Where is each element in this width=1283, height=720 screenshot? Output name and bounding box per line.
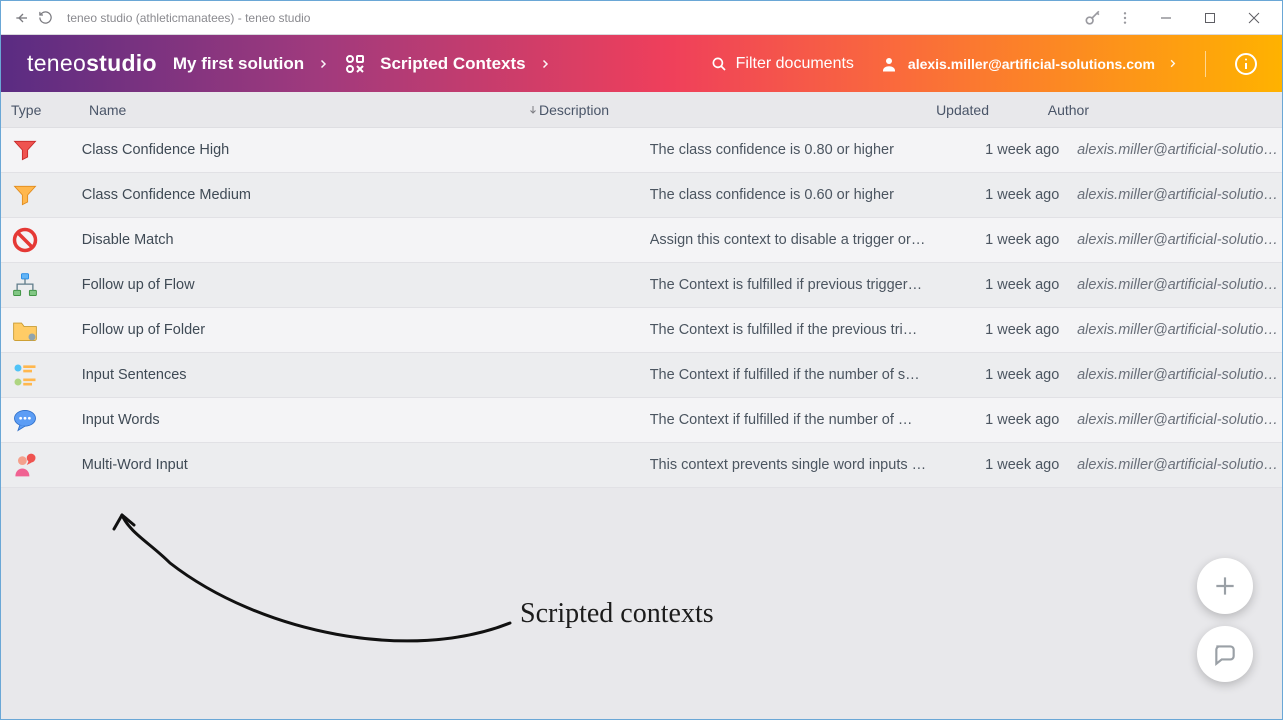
row-type-icon <box>11 406 82 434</box>
row-author: alexis.miller@artificial-solutions.com <box>1063 367 1282 383</box>
info-button[interactable] <box>1232 50 1260 78</box>
row-type-icon <box>11 136 82 164</box>
row-author: alexis.miller@artificial-solutions.com <box>1063 232 1282 248</box>
add-fab[interactable] <box>1197 558 1253 614</box>
title-bar: teneo studio (athleticmanatees) - teneo … <box>1 1 1282 35</box>
row-author: alexis.miller@artificial-solutions.com <box>1063 187 1282 203</box>
row-author: alexis.miller@artificial-solutions.com <box>1063 412 1282 428</box>
column-name[interactable]: Name <box>89 102 539 118</box>
app-header: teneostudio My first solution Scripted C… <box>1 35 1282 92</box>
close-button[interactable] <box>1232 3 1276 33</box>
key-icon[interactable] <box>1080 6 1106 30</box>
row-type-icon <box>11 226 82 254</box>
row-updated: 1 week ago <box>985 142 1063 158</box>
row-author: alexis.miller@artificial-solutions.com <box>1063 322 1282 338</box>
row-description: The Context is fulfilled if previous tri… <box>650 277 985 293</box>
row-type-icon <box>11 181 82 209</box>
refresh-button[interactable] <box>33 6 57 30</box>
brand-logo[interactable]: teneostudio <box>27 50 157 77</box>
table-row[interactable]: Input Words The Context if fulfilled if t… <box>1 398 1282 443</box>
row-description: The Context if fulfilled if the number o… <box>650 367 985 383</box>
row-description: The class confidence is 0.60 or higher <box>650 187 985 203</box>
window-title: teneo studio (athleticmanatees) - teneo … <box>67 11 310 25</box>
row-description: The Context if fulfilled if the number o… <box>650 412 985 428</box>
breadcrumb-solution[interactable]: My first solution <box>173 54 304 74</box>
application-window: teneo studio (athleticmanatees) - teneo … <box>0 0 1283 720</box>
row-name: Follow up of Flow <box>82 277 490 293</box>
row-name: Input Words <box>82 412 490 428</box>
row-description: This context prevents single word inputs… <box>650 457 985 473</box>
rows-container: Class Confidence High The class confidenc… <box>1 128 1282 488</box>
row-name: Follow up of Folder <box>82 322 490 338</box>
chevron-right-icon <box>538 57 552 71</box>
search-icon <box>710 55 728 73</box>
kebab-menu-icon[interactable] <box>1112 6 1138 30</box>
scripted-contexts-icon <box>342 51 368 77</box>
brand-light: teneo <box>27 50 86 76</box>
user-menu[interactable]: alexis.miller@artificial-solutions.com <box>880 55 1179 73</box>
brand-bold: studio <box>86 50 157 76</box>
row-name: Disable Match <box>82 232 490 248</box>
row-type-icon <box>11 451 82 479</box>
row-name: Class Confidence Medium <box>82 187 490 203</box>
breadcrumb: My first solution Scripted Contexts <box>173 51 552 77</box>
filter-documents-button[interactable]: Filter documents <box>710 55 854 73</box>
column-author[interactable]: Author <box>1001 102 1089 118</box>
row-type-icon <box>11 361 82 389</box>
annotation-label: Scripted contexts <box>520 598 714 630</box>
column-type[interactable]: Type <box>11 102 89 118</box>
vertical-divider <box>1205 51 1206 77</box>
row-updated: 1 week ago <box>985 277 1063 293</box>
table-row[interactable]: Input Sentences The Context if fulfilled … <box>1 353 1282 398</box>
column-header-row: Type Name Description Updated Author <box>1 92 1282 128</box>
row-updated: 1 week ago <box>985 322 1063 338</box>
column-updated[interactable]: Updated <box>909 102 1001 118</box>
row-name: Input Sentences <box>82 367 490 383</box>
back-button[interactable] <box>9 6 33 30</box>
row-author: alexis.miller@artificial-solutions.com <box>1063 277 1282 293</box>
table-row[interactable]: Follow up of Flow The Context is fulfille… <box>1 263 1282 308</box>
row-updated: 1 week ago <box>985 232 1063 248</box>
row-author: alexis.miller@artificial-solutions.com <box>1063 142 1282 158</box>
table-row[interactable]: Follow up of Folder The Context is fulfil… <box>1 308 1282 353</box>
row-updated: 1 week ago <box>985 412 1063 428</box>
annotation-arrow <box>110 503 520 673</box>
row-name: Multi-Word Input <box>82 457 490 473</box>
minimize-button[interactable] <box>1144 3 1188 33</box>
row-updated: 1 week ago <box>985 457 1063 473</box>
row-name: Class Confidence High <box>82 142 490 158</box>
sort-down-icon <box>527 104 539 116</box>
row-description: The Context is fulfilled if the previous… <box>650 322 985 338</box>
chevron-right-icon <box>316 57 330 71</box>
chat-fab[interactable] <box>1197 626 1253 682</box>
row-author: alexis.miller@artificial-solutions.com <box>1063 457 1282 473</box>
row-type-icon <box>11 271 82 299</box>
row-updated: 1 week ago <box>985 367 1063 383</box>
column-description[interactable]: Description <box>539 102 909 118</box>
row-description: Assign this context to disable a trigger… <box>650 232 985 248</box>
row-type-icon <box>11 316 82 344</box>
row-updated: 1 week ago <box>985 187 1063 203</box>
row-description: The class confidence is 0.80 or higher <box>650 142 985 158</box>
table-row[interactable]: Disable Match Assign this context to disa… <box>1 218 1282 263</box>
table-row[interactable]: Class Confidence Medium The class confide… <box>1 173 1282 218</box>
filter-label: Filter documents <box>736 55 854 73</box>
table-row[interactable]: Class Confidence High The class confidenc… <box>1 128 1282 173</box>
user-icon <box>880 55 898 73</box>
maximize-button[interactable] <box>1188 3 1232 33</box>
chevron-right-icon <box>1165 57 1179 71</box>
table-row[interactable]: Multi-Word Input This context prevents si… <box>1 443 1282 488</box>
user-email: alexis.miller@artificial-solutions.com <box>908 56 1155 72</box>
breadcrumb-section[interactable]: Scripted Contexts <box>380 54 525 74</box>
